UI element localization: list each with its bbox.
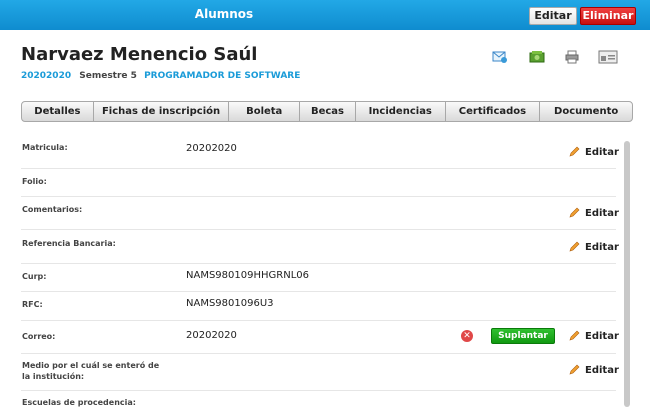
- field-label: RFC:: [22, 300, 43, 309]
- pencil-icon: [569, 146, 580, 157]
- field-label: Escuelas de procedencia:: [22, 398, 136, 407]
- field-label: Folio:: [22, 177, 47, 186]
- field-value: 20202020: [186, 143, 237, 154]
- field-row-escuelas: Escuelas de procedencia:: [21, 390, 616, 407]
- edit-label: Editar: [585, 147, 619, 158]
- pencil-icon: [569, 364, 580, 375]
- top-bar: Alumnos Editar Eliminar: [0, 0, 650, 30]
- field-label: Referencia Bancaria:: [22, 239, 116, 248]
- remove-correo-icon[interactable]: ✕: [461, 330, 473, 342]
- edit-matricula-link[interactable]: Editar: [569, 145, 619, 158]
- tab-certificados[interactable]: Certificados: [446, 102, 541, 121]
- field-value: NAMS9801096U3: [186, 298, 274, 309]
- edit-label: Editar: [585, 208, 619, 219]
- edit-student-button[interactable]: Editar: [529, 7, 577, 25]
- edit-label: Editar: [585, 365, 619, 376]
- student-subline: 20202020 Semestre 5 PROGRAMADOR DE SOFTW…: [21, 71, 300, 81]
- field-value: 20202020: [186, 330, 237, 341]
- print-icon[interactable]: [565, 50, 579, 64]
- pencil-icon: [569, 330, 580, 341]
- tab-documento[interactable]: Documento: [540, 102, 632, 121]
- suplantar-button[interactable]: Suplantar: [491, 328, 555, 344]
- field-label: Matricula:: [22, 143, 68, 152]
- edit-referencia-link[interactable]: Editar: [569, 240, 619, 253]
- section-title: Alumnos: [194, 7, 254, 21]
- edit-medio-link[interactable]: Editar: [569, 363, 619, 376]
- pencil-icon: [569, 207, 580, 218]
- field-row-correo: Correo: 20202020 ✕ Suplantar Editar: [21, 320, 619, 354]
- field-label: Medio por el cuál se enteró de la instit…: [22, 361, 160, 381]
- student-name: Narvaez Menencio Saúl: [21, 44, 258, 65]
- tab-bar: Detalles Fichas de inscripción Boleta Be…: [21, 101, 633, 122]
- field-value: NAMS980109HHGRNL06: [186, 270, 309, 281]
- tab-fichas-inscripcion[interactable]: Fichas de inscripción: [94, 102, 230, 121]
- field-row-matricula: Matricula: 20202020 Editar: [21, 136, 619, 169]
- email-icon[interactable]: [492, 50, 508, 64]
- money-icon[interactable]: [529, 49, 545, 65]
- field-row-curp: Curp: NAMS980109HHGRNL06: [21, 263, 616, 292]
- id-card-icon[interactable]: [598, 50, 618, 64]
- pencil-icon: [569, 241, 580, 252]
- tab-detalles[interactable]: Detalles: [22, 102, 94, 121]
- tab-becas[interactable]: Becas: [300, 102, 356, 121]
- student-semester: Semestre 5: [79, 71, 137, 81]
- field-row-comentarios: Comentarios: Editar: [21, 196, 619, 230]
- edit-correo-link[interactable]: Editar: [569, 329, 619, 342]
- student-program[interactable]: PROGRAMADOR DE SOFTWARE: [144, 71, 300, 81]
- tab-incidencias[interactable]: Incidencias: [356, 102, 446, 121]
- edit-label: Editar: [585, 242, 619, 253]
- field-label: Curp:: [22, 272, 47, 281]
- field-row-referencia: Referencia Bancaria: Editar: [21, 229, 619, 264]
- field-label: Correo:: [22, 332, 56, 341]
- field-row-rfc: RFC: NAMS9801096U3: [21, 291, 616, 321]
- student-matricula[interactable]: 20202020: [21, 71, 71, 81]
- field-row-medio: Medio por el cuál se enteró de la instit…: [21, 353, 619, 391]
- field-row-folio: Folio:: [21, 168, 616, 197]
- tab-boleta[interactable]: Boleta: [229, 102, 301, 121]
- edit-label: Editar: [585, 331, 619, 342]
- scrollbar[interactable]: [624, 141, 630, 407]
- delete-student-button[interactable]: Eliminar: [580, 7, 636, 25]
- field-label: Comentarios:: [22, 205, 83, 214]
- edit-comentarios-link[interactable]: Editar: [569, 206, 619, 219]
